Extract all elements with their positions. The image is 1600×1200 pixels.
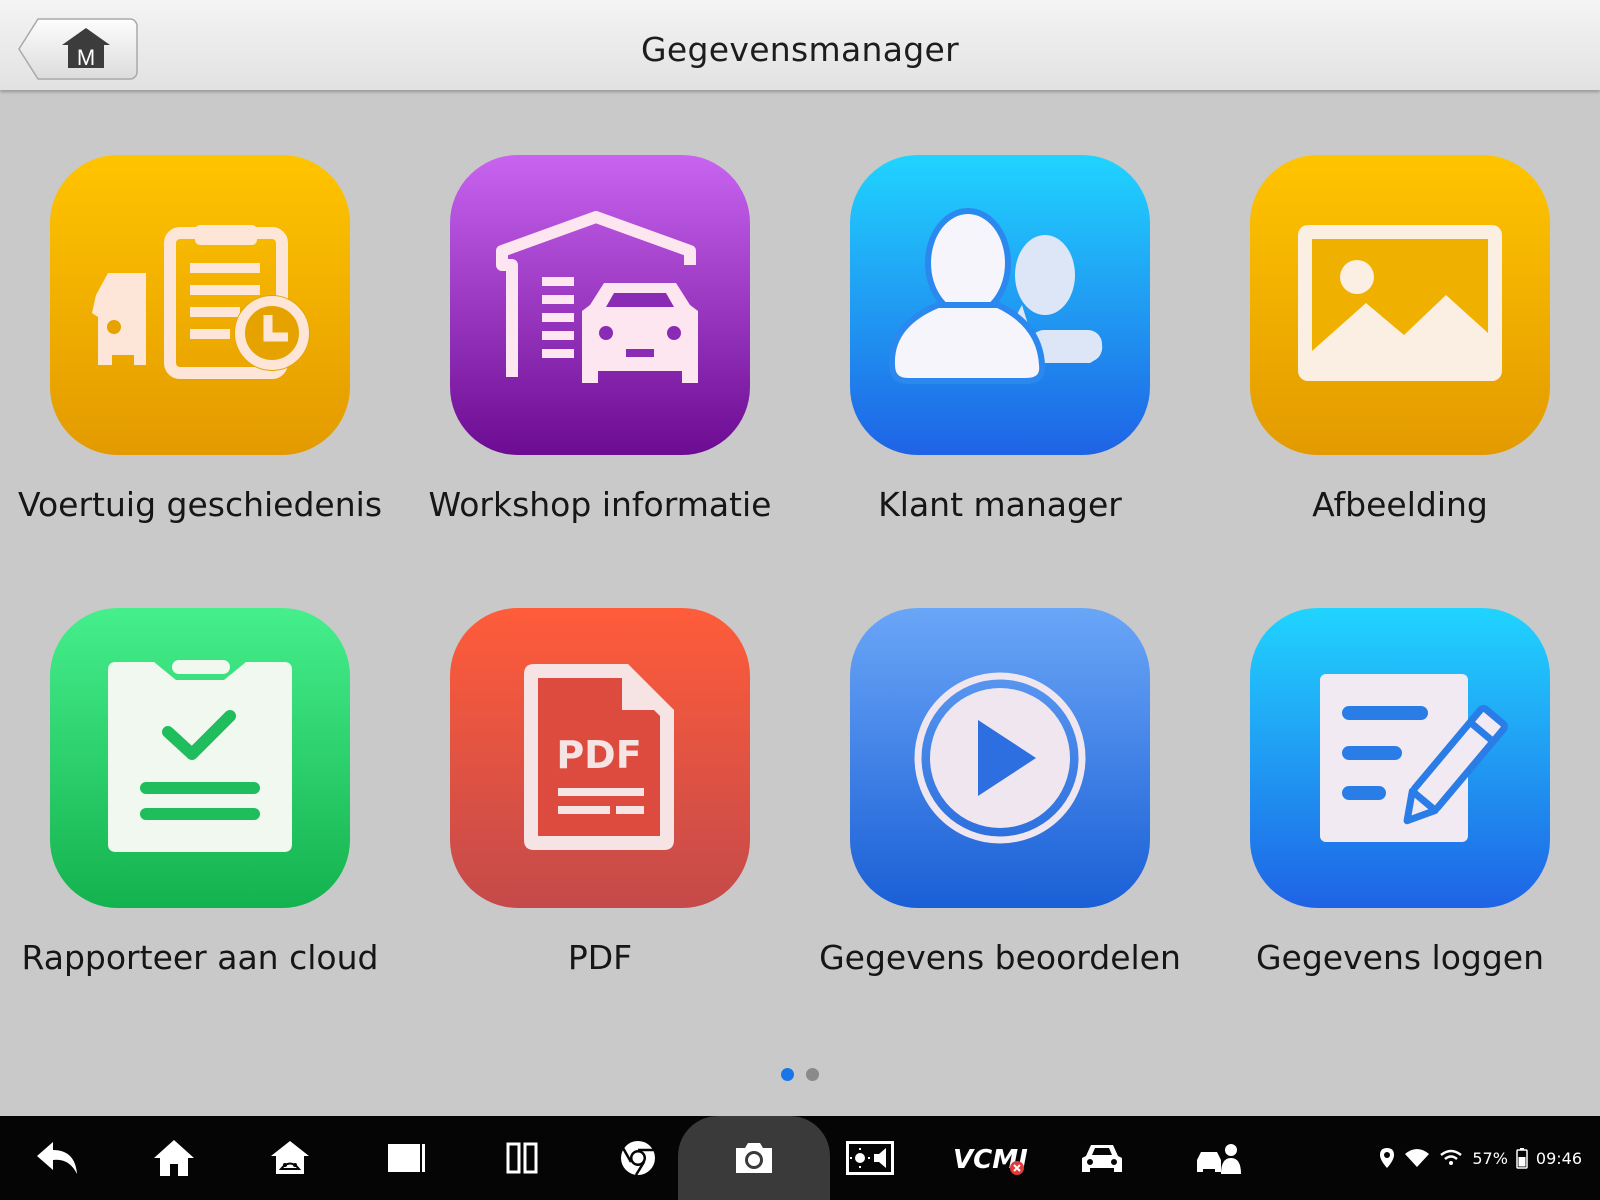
autel-home-icon: [271, 1141, 309, 1174]
battery-percent: 57%: [1472, 1148, 1508, 1168]
location-icon: [1380, 1148, 1395, 1168]
chrome-icon: [621, 1141, 655, 1176]
camera-icon: [736, 1143, 772, 1173]
home-icon: [154, 1140, 194, 1176]
tile-label: Voertuig geschiedenis: [17, 485, 383, 524]
tile-icon-bg: PDF: [450, 608, 750, 908]
tile-customer-manager[interactable]: Klant manager: [800, 155, 1200, 595]
back-icon: [37, 1142, 77, 1174]
vcmi-wifi-icon: [1440, 1149, 1463, 1165]
report-clipboard-icon: [50, 608, 350, 908]
tile-label: PDF: [567, 938, 633, 977]
autel-home-button[interactable]: [250, 1116, 330, 1200]
tile-data-review[interactable]: Gegevens beoordelen: [800, 608, 1200, 1048]
tile-label: Workshop informatie: [428, 485, 772, 524]
tile-report-cloud[interactable]: Rapporteer aan cloud: [0, 608, 400, 1048]
remote-expert-icon: [1197, 1144, 1241, 1174]
tile-workshop-info[interactable]: Workshop informatie: [400, 155, 800, 595]
tile-image[interactable]: Afbeelding: [1200, 155, 1600, 595]
tile-icon-bg: [450, 155, 750, 455]
svg-text:PDF: PDF: [556, 733, 641, 777]
image-icon: [1250, 155, 1550, 455]
tile-icon-bg: [50, 155, 350, 455]
vcmi-icon: VCMI: [953, 1145, 1028, 1175]
play-review-icon: [850, 608, 1150, 908]
app-grid: Voertuig geschiedenis Workshop informati…: [0, 0, 1600, 1100]
wifi-icon: [1405, 1149, 1430, 1167]
tile-data-logging[interactable]: Gegevens loggen: [1200, 608, 1600, 1048]
home-nav-button[interactable]: [134, 1116, 214, 1200]
tile-label: Afbeelding: [1312, 485, 1488, 524]
vehicle-button[interactable]: [1062, 1116, 1142, 1200]
tile-label: Gegevens loggen: [1255, 938, 1545, 977]
back-button[interactable]: [18, 1116, 98, 1200]
tile-icon-bg: [850, 608, 1150, 908]
pdf-file-icon: PDF: [450, 608, 750, 908]
recent-apps-button[interactable]: [366, 1116, 446, 1200]
display-settings-button[interactable]: [830, 1116, 910, 1200]
page-dot-active[interactable]: [781, 1068, 794, 1081]
page-dot[interactable]: [806, 1068, 819, 1081]
screenshot-button[interactable]: [714, 1116, 794, 1200]
split-screen-icon: [506, 1142, 538, 1174]
tile-label: Gegevens beoordelen: [819, 938, 1181, 977]
split-screen-button[interactable]: [482, 1116, 562, 1200]
recent-apps-icon: [388, 1144, 425, 1172]
brightness-volume-icon: [846, 1141, 894, 1175]
vehicle-icon: [1082, 1145, 1122, 1172]
tile-icon-bg: [1250, 608, 1550, 908]
clock: 09:46: [1535, 1148, 1582, 1168]
tile-vehicle-history[interactable]: Voertuig geschiedenis: [0, 155, 400, 595]
tile-icon-bg: [50, 608, 350, 908]
page-indicator: [0, 1068, 1600, 1082]
tile-label: Rapporteer aan cloud: [21, 938, 379, 977]
log-edit-icon: [1250, 608, 1550, 908]
battery-icon: [1516, 1148, 1528, 1169]
tile-icon-bg: [850, 155, 1150, 455]
workshop-garage-icon: [450, 155, 750, 455]
customers-icon: [850, 155, 1150, 455]
tile-icon-bg: [1250, 155, 1550, 455]
vehicle-history-icon: [50, 155, 350, 455]
remote-expert-button[interactable]: [1178, 1116, 1258, 1200]
tile-label: Klant manager: [878, 485, 1122, 524]
tile-pdf[interactable]: PDF PDF: [400, 608, 800, 1048]
browser-button[interactable]: [598, 1116, 678, 1200]
status-bar: 57% 09:46: [1378, 1116, 1582, 1200]
vcmi-button[interactable]: VCMI: [946, 1116, 1036, 1200]
